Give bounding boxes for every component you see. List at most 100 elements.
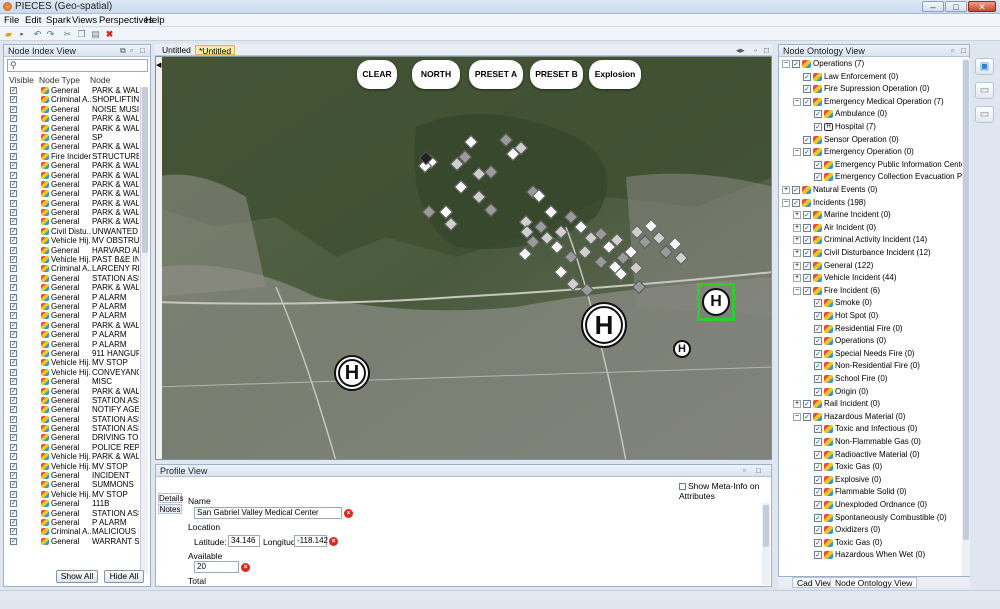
visible-checkbox[interactable]: ✓ (10, 472, 17, 480)
table-row[interactable]: ✓ General WARRANT SE... (7, 537, 139, 546)
tree-checkbox[interactable]: ✓ (814, 538, 822, 547)
table-row[interactable]: ✓ General NOTIFY AGENCY (7, 405, 139, 414)
tree-checkbox[interactable]: ✓ (803, 148, 811, 157)
table-row[interactable]: ✓ Vehicle Hij...CONVEYANCE (7, 368, 139, 377)
collapse-icon[interactable]: − (782, 60, 790, 68)
table-row[interactable]: ✓ General PARK & WALK (7, 86, 139, 95)
tree-checkbox[interactable]: ✓ (814, 438, 822, 446)
visible-checkbox[interactable]: ✓ (10, 340, 17, 348)
table-row[interactable]: ✓ General P ALARM (7, 302, 139, 311)
ontology-view-icon[interactable]: ▣ (975, 58, 994, 75)
column-node-type[interactable]: Node Type (39, 75, 80, 86)
visible-checkbox[interactable]: ✓ (10, 274, 17, 282)
table-row[interactable]: ✓ General STATION ASS... (7, 424, 139, 433)
collapse-icon[interactable]: − (793, 286, 801, 295)
tree-checkbox[interactable]: ✓ (803, 97, 811, 106)
tree-checkbox[interactable]: ✓ (814, 362, 822, 371)
tree-checkbox[interactable]: ✓ (814, 173, 822, 182)
hospital-marker-selected[interactable]: H (702, 288, 730, 316)
table-row[interactable]: ✓ General 911 HANGUP (7, 349, 139, 358)
tab-untitled-active[interactable]: *Untitled (195, 45, 236, 56)
visible-checkbox[interactable]: ✓ (10, 415, 17, 423)
visible-checkbox[interactable]: ✓ (10, 143, 17, 151)
menu-file[interactable]: File (4, 15, 19, 26)
show-all-button[interactable]: Show All (56, 570, 98, 583)
visible-checkbox[interactable]: ✓ (10, 162, 17, 170)
minimize-icon[interactable]: ▫ (130, 45, 133, 57)
visible-checkbox[interactable]: ✓ (10, 115, 17, 123)
copy-icon[interactable]: ❐ (76, 29, 87, 39)
visible-checkbox[interactable]: ✓ (10, 105, 17, 113)
preset-b-button[interactable]: PRESET B (530, 60, 583, 89)
table-row[interactable]: ✓ Vehicle Hij...MV OBSTRUC... (7, 236, 139, 245)
comment-icon[interactable]: ▭ (975, 82, 994, 99)
checkbox[interactable] (679, 483, 686, 491)
table-row[interactable]: ✓ Vehicle Hij...PARK & WALK (7, 452, 139, 461)
collapse-icon[interactable]: − (793, 148, 801, 157)
table-row[interactable]: ✓ General PARK & WALK (7, 217, 139, 226)
tree-checkbox[interactable]: ✓ (814, 375, 822, 383)
maximize-icon[interactable]: □ (756, 465, 761, 477)
menu-help[interactable]: Help (145, 15, 165, 26)
visible-checkbox[interactable]: ✓ (10, 453, 17, 461)
visible-checkbox[interactable]: ✓ (10, 133, 17, 141)
visible-checkbox[interactable]: ✓ (10, 349, 17, 357)
visible-checkbox[interactable]: ✓ (10, 96, 17, 104)
tree-checkbox[interactable]: ✓ (814, 312, 822, 320)
visible-checkbox[interactable]: ✓ (10, 190, 17, 198)
tree-checkbox[interactable]: ✓ (814, 425, 822, 434)
table-row[interactable]: ✓ Vehicle Hij... MV STOP (7, 358, 139, 367)
close-button[interactable]: ✕ (968, 1, 996, 12)
remove-icon[interactable]: × (344, 509, 353, 518)
tree-checkbox[interactable]: ✓ (803, 412, 811, 421)
table-row[interactable]: ✓ General PARK & WALK (7, 161, 139, 170)
left-scrollbar[interactable] (140, 87, 148, 574)
visible-checkbox[interactable]: ✓ (10, 218, 17, 226)
restore-icon[interactable]: ⧉ (120, 45, 126, 57)
hospital-marker[interactable]: H (334, 355, 370, 391)
tree-checkbox[interactable]: ✓ (803, 286, 811, 295)
tree-checkbox[interactable]: ✓ (814, 501, 822, 509)
tab-details[interactable]: Details (158, 493, 183, 503)
table-row[interactable]: ✓ Vehicle Hij... MV STOP (7, 490, 139, 499)
maximize-icon[interactable]: □ (140, 45, 145, 57)
tree-checkbox[interactable]: ✓ (803, 211, 811, 220)
tree-checkbox[interactable]: ✓ (814, 526, 822, 535)
table-row[interactable]: ✓ General PARK & WALK (7, 124, 139, 133)
table-row[interactable]: ✓ General DRIVING TO E... (7, 433, 139, 442)
table-row[interactable]: ✓ General P ALARM (7, 340, 139, 349)
tree-checkbox[interactable]: ✓ (814, 551, 822, 560)
table-row[interactable]: ✓ General PARK & WALK (7, 180, 139, 189)
tab-notes[interactable]: Notes (158, 504, 182, 514)
tree-checkbox[interactable]: ✓ (803, 223, 811, 232)
tab-maximize-icon[interactable]: □ (761, 45, 772, 55)
expand-icon[interactable]: + (793, 211, 801, 220)
visible-checkbox[interactable]: ✓ (10, 321, 17, 329)
tree-checkbox[interactable]: ✓ (814, 337, 822, 346)
remove-icon[interactable]: × (329, 537, 338, 546)
minimize-icon[interactable]: ▫ (743, 465, 746, 477)
available-field[interactable]: 20 (194, 561, 239, 573)
visible-checkbox[interactable]: ✓ (10, 387, 17, 395)
tree-checkbox[interactable]: ✓ (792, 60, 800, 68)
expand-icon[interactable]: + (782, 186, 790, 194)
visible-checkbox[interactable]: ✓ (10, 518, 17, 526)
table-row[interactable]: ✓ General PARK & WALK (7, 199, 139, 208)
hospital-marker[interactable]: H (581, 302, 627, 348)
visible-checkbox[interactable]: ✓ (10, 396, 17, 404)
table-row[interactable]: ✓ General STATION ASS... (7, 274, 139, 283)
tree-checkbox[interactable]: ✓ (803, 72, 811, 81)
table-row[interactable]: ✓ General PARK & WALK (7, 283, 139, 292)
table-row[interactable]: ✓ General POLICE REPORT (7, 443, 139, 452)
filter-input[interactable]: ⚲ (7, 59, 148, 72)
table-row[interactable]: ✓ General INCIDENT (7, 471, 139, 480)
tree-checkbox[interactable]: ✓ (803, 249, 811, 257)
menu-edit[interactable]: Edit (25, 15, 41, 26)
table-row[interactable]: ✓ General STATION ASS... (7, 509, 139, 518)
visible-checkbox[interactable]: ✓ (10, 312, 17, 320)
visible-checkbox[interactable]: ✓ (10, 509, 17, 517)
hide-all-button[interactable]: Hide All (104, 570, 144, 583)
tree-checkbox[interactable]: ✓ (814, 349, 822, 358)
visible-checkbox[interactable]: ✓ (10, 537, 17, 545)
tree-checkbox[interactable]: ✓ (803, 400, 811, 409)
